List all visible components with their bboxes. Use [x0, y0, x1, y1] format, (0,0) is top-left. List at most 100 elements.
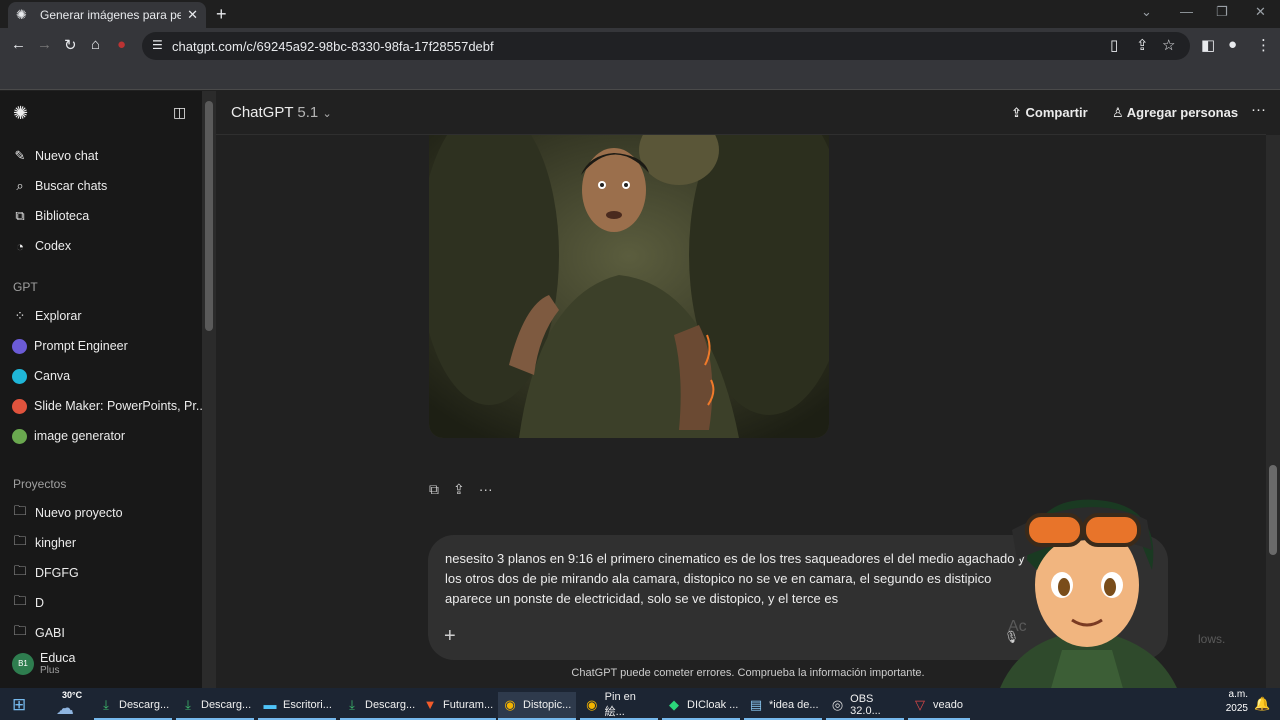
sidebar-item-prompt-engineer[interactable]: Prompt Engineer	[12, 335, 128, 357]
brave-icon: ▼	[423, 697, 437, 712]
sidebar-item-project[interactable]: 🗀 GABI	[12, 622, 64, 644]
bookmark-star-icon[interactable]: ☆	[1162, 36, 1175, 54]
model-selector[interactable]: ChatGPT 5.1 ⌄	[231, 104, 332, 121]
system-clock[interactable]: a.m. 2025	[1218, 688, 1248, 716]
sidebar-item-explore[interactable]: ⁘ Explorar	[12, 305, 82, 327]
download-icon: ⤓	[103, 697, 109, 712]
folder-icon: 🗀	[13, 533, 27, 548]
sidebar-item-library[interactable]: ⧉ Biblioteca	[12, 205, 89, 227]
obs-icon: ◎	[831, 697, 844, 712]
share-page-icon[interactable]: ⇪	[1136, 36, 1149, 54]
veadotube-icon: ▽	[915, 697, 925, 712]
image-generator-avatar	[12, 428, 27, 444]
chat-scrollbar[interactable]	[1266, 135, 1280, 688]
tab-title: Generar imágenes para persona	[40, 8, 182, 22]
new-tab-icon[interactable]: +	[216, 4, 227, 25]
folder-icon: 🗀	[13, 623, 27, 638]
close-tab-icon[interactable]: ✕	[187, 7, 198, 23]
sidebar-item-slide-maker[interactable]: Slide Maker: PowerPoints, Pr...	[12, 395, 206, 417]
windows-taskbar: ⊞ 30°C ☁ ⤓ Descarg... ⤓ Descarg... ▬ Escrit…	[0, 688, 1280, 720]
add-person-icon: ♙	[1112, 105, 1127, 120]
user-name: Educa	[40, 651, 76, 665]
back-icon[interactable]: ←	[11, 36, 26, 53]
browser-tab[interactable]: ✺ Generar imágenes para persona ✕	[8, 2, 206, 28]
taskbar-item-download[interactable]: ⤓ Descarg...	[176, 692, 254, 720]
menu-icon[interactable]: ⋮	[1256, 36, 1271, 54]
profile-icon[interactable]: ●	[1228, 36, 1237, 53]
codex-icon: ◔	[16, 238, 24, 254]
taskbar-item-veadotube[interactable]: ▽ veado	[908, 692, 970, 720]
taskbar-item-desktop[interactable]: ▬ Escritori...	[258, 692, 336, 720]
chat-scroll-thumb[interactable]	[1269, 465, 1277, 555]
url-text: chatgpt.com/c/69245a92-98bc-8330-98fa-17…	[172, 39, 494, 54]
chat-header: ChatGPT 5.1 ⌄ ⇪ Compartir ♙ Agregar pers…	[216, 91, 1266, 135]
sidebar-item-image-generator[interactable]: image generator	[12, 425, 125, 447]
download-icon: ⤓	[185, 697, 191, 712]
grid-icon: ⁘	[14, 308, 26, 323]
sidebar-item-canva[interactable]: Canva	[12, 365, 70, 387]
notepad-icon: ▤	[749, 697, 763, 712]
site-info-icon[interactable]: ☰	[152, 38, 163, 52]
library-icon: ⧉	[15, 208, 25, 223]
sidebar-scrollbar[interactable]	[202, 91, 216, 688]
page-icon[interactable]: ▯	[1110, 36, 1118, 54]
home-icon[interactable]: ⌂	[91, 36, 100, 53]
close-window-icon[interactable]: ✕	[1255, 4, 1266, 20]
generated-image-art	[429, 135, 829, 438]
minimize-icon[interactable]: —	[1180, 4, 1193, 19]
share-button[interactable]: ⇪ Compartir	[1011, 105, 1088, 121]
taskbar-item-notepad[interactable]: ▤ *idea de...	[744, 692, 822, 720]
new-folder-icon: 🗀	[13, 503, 27, 518]
taskbar-item-brave[interactable]: ▼ Futuram...	[418, 692, 496, 720]
openai-icon: ✺	[16, 7, 27, 22]
sidebar-item-project[interactable]: 🗀 DFGFG	[12, 562, 78, 584]
chrome-icon: ◉	[586, 697, 598, 712]
prompt-input[interactable]: nesesito 3 planos en 9:16 el primero cin…	[445, 549, 1035, 609]
cloud-icon: ☁	[56, 698, 74, 718]
sidebar-scroll-thumb[interactable]	[205, 101, 213, 331]
taskbar-item-chrome[interactable]: ◉ Pin en 絵...	[580, 691, 658, 720]
add-people-button[interactable]: ♙ Agregar personas	[1112, 105, 1238, 121]
chrome-icon: ◉	[504, 697, 516, 712]
sidebar-item-new-project[interactable]: 🗀 Nuevo proyecto	[12, 502, 122, 524]
taskbar-item-download[interactable]: ⤓ Descarg...	[340, 692, 418, 720]
folder-icon: 🗀	[13, 563, 27, 578]
copy-icon[interactable]: ⧉	[429, 481, 439, 498]
sidebar-item-project[interactable]: 🗀 D	[12, 592, 44, 614]
gpt-heading: GPT	[13, 280, 38, 294]
dicloak-icon: ◆	[669, 697, 679, 712]
more-options-icon[interactable]: ···	[1251, 101, 1266, 118]
notification-icon[interactable]: 🔔	[1254, 696, 1270, 712]
search-icon: ⌕	[16, 178, 24, 193]
user-menu[interactable]: B1 Educa Plus	[12, 651, 75, 676]
message-actions: ⧉ ⇪ ···	[429, 481, 493, 498]
share-image-icon[interactable]: ⇪	[453, 481, 465, 498]
address-bar[interactable]: ☰ chatgpt.com/c/69245a92-98bc-8330-98fa-…	[142, 32, 1190, 60]
browser-toolbar: ← → ↻ ⌂ ● ☰ chatgpt.com/c/69245a92-98bc-…	[0, 28, 1280, 64]
prompt-engineer-avatar	[12, 338, 27, 354]
collapse-sidebar-icon[interactable]: ◫	[173, 104, 186, 121]
vtuber-avatar-overlay	[992, 499, 1187, 720]
more-actions-icon[interactable]: ···	[479, 481, 493, 498]
taskbar-item-chrome-active[interactable]: ◉ Distopic...	[498, 692, 576, 720]
side-panel-icon[interactable]: ◧	[1201, 36, 1215, 54]
generated-image[interactable]	[429, 135, 829, 438]
taskbar-item-download[interactable]: ⤓ Descarg...	[94, 692, 172, 720]
sidebar-item-codex[interactable]: ◔ Codex	[12, 235, 71, 257]
weather-widget[interactable]: 30°C ☁	[56, 688, 90, 720]
taskbar-item-obs[interactable]: ◎ OBS 32.0...	[826, 692, 904, 720]
user-plan: Plus	[40, 665, 60, 676]
taskbar-item-dicloak[interactable]: ◆ DICloak ...	[662, 692, 740, 720]
browser-tab-strip: ✺ Generar imágenes para persona ✕ + ⌄ — …	[0, 0, 1280, 28]
sidebar-item-project[interactable]: 🗀 kingher	[12, 532, 76, 554]
sidebar-item-new-chat[interactable]: ✎ Nuevo chat	[12, 145, 99, 167]
attach-plus-icon[interactable]: +	[444, 625, 456, 648]
openai-logo-icon[interactable]: ✺	[13, 103, 28, 124]
sidebar-item-search[interactable]: ⌕ Buscar chats	[12, 175, 107, 197]
tab-search-icon[interactable]: ⌄	[1141, 4, 1152, 20]
maximize-icon[interactable]: ❐	[1216, 4, 1228, 20]
start-button-icon[interactable]: ⊞	[12, 695, 26, 715]
extension-icon[interactable]: ●	[117, 36, 126, 53]
reload-icon[interactable]: ↻	[64, 36, 77, 54]
forward-icon[interactable]: →	[37, 36, 52, 53]
